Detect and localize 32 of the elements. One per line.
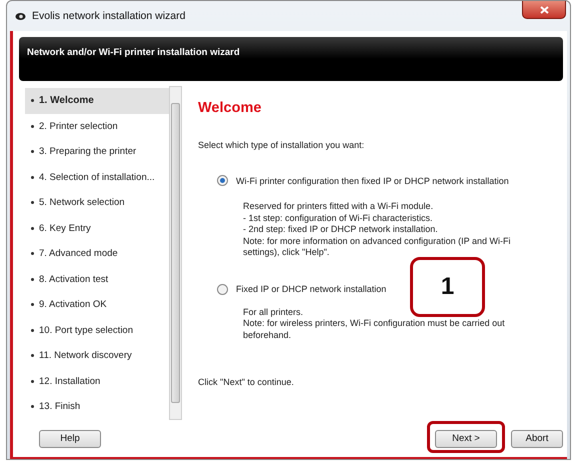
continue-hint: Click "Next" to continue.	[198, 377, 295, 387]
page-heading: Welcome	[198, 100, 262, 116]
close-icon	[540, 6, 548, 14]
option-description: Reserved for printers fitted with a Wi-Fi module. - 1st step: configuration of Wi-Fi characteristics. - 2nd step: fixed IP or DHCP network installation. Note: for more information on advanced configuration (IP and Wi-Fi settings), click "Help".	[243, 201, 512, 258]
step-item[interactable]: 11. Network discovery	[25, 343, 169, 368]
step-item[interactable]: 10. Port type selection	[25, 318, 169, 343]
option-label[interactable]: Wi-Fi printer configuration then fixed IP or DHCP network installation	[236, 176, 509, 186]
step-item[interactable]: 5. Network selection	[25, 190, 169, 216]
scrollbar[interactable]	[169, 86, 182, 420]
step-item[interactable]: 3. Preparing the printer	[25, 139, 169, 164]
close-button[interactable]	[522, 1, 566, 19]
scrollbar-thumb[interactable]	[171, 103, 180, 403]
step-item[interactable]: 1. Welcome	[25, 88, 169, 114]
abort-button[interactable]: Abort	[511, 430, 563, 448]
app-icon	[15, 12, 26, 20]
radio-button[interactable]	[217, 175, 228, 186]
step-item[interactable]: 8. Activation test	[25, 266, 169, 292]
step-item[interactable]: 6. Key Entry	[25, 216, 169, 241]
option-label[interactable]: Fixed IP or DHCP network installation	[236, 284, 386, 294]
next-button[interactable]: Next >	[435, 430, 497, 448]
step-item[interactable]: 9. Activation OK	[25, 292, 169, 318]
wizard-title: Network and/or Wi-Fi printer installation wizard	[27, 47, 240, 58]
step-item[interactable]: 7. Advanced mode	[25, 241, 169, 266]
help-button[interactable]: Help	[39, 430, 101, 448]
callout-box: 1	[410, 257, 485, 317]
step-item[interactable]: 2. Printer selection	[25, 114, 169, 139]
step-item[interactable]: 4. Selection of installation...	[25, 164, 169, 190]
step-item[interactable]: 12. Installation	[25, 368, 169, 394]
radio-button[interactable]	[217, 284, 228, 294]
step-item[interactable]: 13. Finish	[25, 394, 169, 420]
window-title: Evolis network installation wizard	[32, 10, 186, 22]
prompt-text: Select which type of installation you want:	[198, 140, 366, 150]
